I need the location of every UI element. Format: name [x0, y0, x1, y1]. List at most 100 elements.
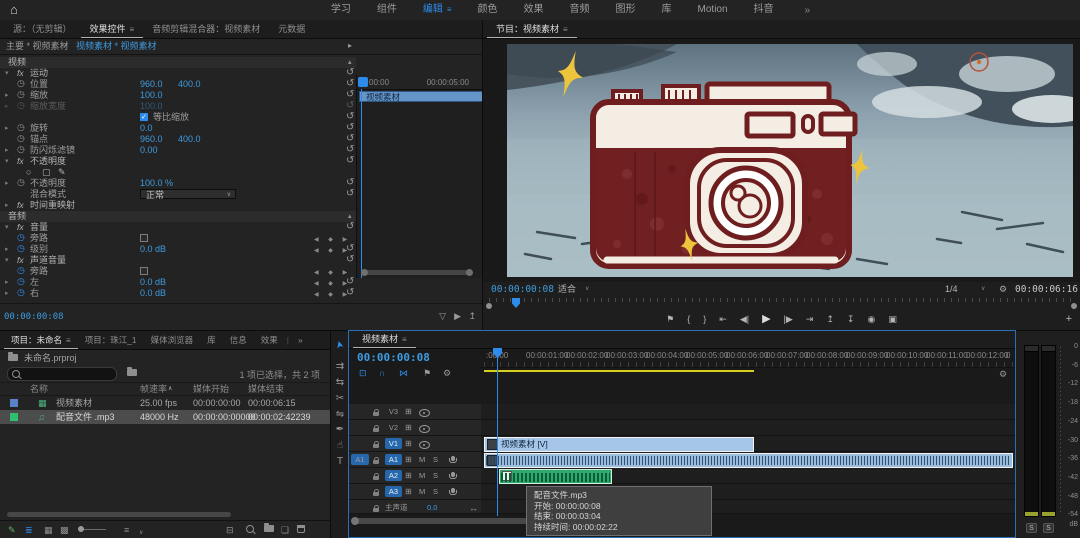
- panel-menu-icon[interactable]: ≡: [402, 331, 407, 348]
- clip-audio-a2[interactable]: [499, 469, 612, 484]
- sync-lock-icon[interactable]: ⊞: [405, 420, 412, 436]
- bin-icon[interactable]: [127, 369, 137, 376]
- go-to-in-icon[interactable]: ⇤: [719, 310, 727, 328]
- project-scrollbar[interactable]: [7, 512, 231, 517]
- play-icon[interactable]: ▶: [762, 310, 770, 328]
- pen-tool[interactable]: ✒: [331, 424, 349, 435]
- menu-effects[interactable]: 效果: [511, 0, 557, 20]
- mini-timeline-clip[interactable]: 视频素材: [359, 91, 482, 102]
- panel-menu-icon[interactable]: ≡: [130, 21, 135, 38]
- overflow-chevrons-icon[interactable]: »: [291, 332, 310, 349]
- reset-icon[interactable]: ↺: [346, 287, 354, 298]
- param-value[interactable]: 400.0: [178, 79, 201, 90]
- step-back-icon[interactable]: ◀|: [740, 310, 749, 328]
- playhead[interactable]: [497, 348, 498, 516]
- track-target-A1[interactable]: A1: [385, 454, 402, 465]
- expander-icon[interactable]: ▸: [5, 145, 9, 156]
- freeform-view-icon[interactable]: ▩: [60, 525, 69, 535]
- solo-button[interactable]: S: [433, 452, 438, 468]
- mini-playhead-grip[interactable]: [358, 77, 368, 87]
- solo-button[interactable]: S: [433, 484, 438, 500]
- label-color-swatch[interactable]: [10, 399, 18, 407]
- reset-icon[interactable]: ↺: [346, 67, 354, 78]
- column-header[interactable]: 帧速率: [140, 383, 167, 395]
- panel-menu-icon[interactable]: ≡: [563, 21, 568, 38]
- mute-button[interactable]: M: [419, 452, 425, 468]
- stopwatch-icon[interactable]: ◷: [17, 122, 25, 133]
- expander-icon[interactable]: ▸: [5, 123, 9, 134]
- extract-icon[interactable]: ↧: [847, 310, 855, 328]
- clip-video[interactable]: 视频素材 [V]: [484, 437, 754, 452]
- stopwatch-icon[interactable]: ◷: [17, 243, 25, 254]
- ripple-edit-tool[interactable]: ⇆: [331, 377, 349, 388]
- tab-effect-controls[interactable]: 效果控件≡: [81, 21, 144, 38]
- track-target-V3[interactable]: V3: [385, 406, 402, 417]
- work-area-bar[interactable]: [484, 370, 754, 372]
- list-view-icon[interactable]: ≣: [25, 525, 33, 535]
- reset-icon[interactable]: ↺: [346, 177, 354, 188]
- project-row[interactable]: ▦视频素材25.00 fps00:00:00:0000:00:06:15: [0, 396, 330, 410]
- reset-icon[interactable]: ↺: [346, 100, 354, 111]
- track-header-V2[interactable]: V2⊞: [349, 420, 481, 436]
- sort-icon[interactable]: ≡: [124, 525, 129, 535]
- zoom-handle-right[interactable]: [1071, 303, 1077, 309]
- blend-mode-select[interactable]: 正常∨: [140, 189, 236, 199]
- pen-mask-icon[interactable]: ✎: [58, 167, 66, 178]
- param-value[interactable]: 0.0: [140, 123, 153, 134]
- track-header-A1[interactable]: A1A1⊞MS: [349, 452, 481, 468]
- param-value[interactable]: 100.0: [140, 101, 163, 112]
- export-frame-icon[interactable]: ◉: [867, 310, 875, 328]
- expander-icon[interactable]: ▾: [5, 68, 9, 79]
- project-file-name[interactable]: 未命名.prproj: [24, 351, 77, 364]
- expander-icon[interactable]: ▾: [5, 222, 9, 233]
- export-icon[interactable]: ↥: [468, 311, 476, 322]
- label-color-swatch[interactable]: [10, 413, 18, 421]
- tab-metadata[interactable]: 元数据: [269, 21, 314, 38]
- razor-tool[interactable]: ✂: [331, 393, 349, 404]
- zoom-handle-left[interactable]: [486, 303, 492, 309]
- mini-playhead[interactable]: [361, 89, 362, 278]
- param-value[interactable]: 0.00: [140, 145, 158, 156]
- find-icon[interactable]: [246, 525, 254, 533]
- lock-icon[interactable]: [373, 444, 379, 448]
- menu-audio[interactable]: 音频: [557, 0, 603, 20]
- sync-lock-icon[interactable]: ⊞: [405, 484, 412, 500]
- tab-program[interactable]: 节目：视频素材 ≡: [487, 21, 577, 38]
- stopwatch-icon[interactable]: ◷: [17, 144, 25, 155]
- item-name[interactable]: 配音文件 .mp3: [56, 410, 115, 424]
- bypass-checkbox[interactable]: [140, 267, 148, 275]
- mark-in-icon[interactable]: {: [687, 310, 690, 328]
- chevron-down-icon[interactable]: ∨: [981, 283, 985, 296]
- track-output-icon[interactable]: [419, 425, 430, 433]
- menu-graphics[interactable]: 图形: [603, 0, 649, 20]
- step-forward-icon[interactable]: |▶: [784, 310, 793, 328]
- search-input[interactable]: [22, 368, 114, 380]
- timeline-settings-gear-icon[interactable]: ⚙: [999, 369, 1007, 380]
- reset-icon[interactable]: ↺: [346, 122, 354, 133]
- new-bin-icon[interactable]: [264, 525, 274, 532]
- master-level-value[interactable]: 0.0: [427, 500, 437, 516]
- stopwatch-icon[interactable]: ◷: [17, 78, 25, 89]
- mark-out-icon[interactable]: }: [703, 310, 706, 328]
- reset-icon[interactable]: ↺: [346, 144, 354, 155]
- chevron-down-icon[interactable]: ∨: [139, 528, 143, 538]
- stopwatch-icon[interactable]: ◷: [17, 232, 25, 243]
- selection-tool[interactable]: ➤: [331, 339, 349, 350]
- expander-icon[interactable]: ▸: [5, 200, 9, 211]
- reset-icon[interactable]: ↺: [346, 89, 354, 100]
- track-header-master[interactable]: 主声道0.0↔: [349, 500, 481, 514]
- source-patch-A1[interactable]: A1: [351, 454, 369, 465]
- stopwatch-icon[interactable]: ◷: [17, 177, 25, 188]
- track-header-V3[interactable]: V3⊞: [349, 404, 481, 420]
- sync-lock-icon[interactable]: ⊞: [405, 468, 412, 484]
- param-value[interactable]: 100.0 %: [140, 178, 173, 189]
- timeline-ruler[interactable]: :00:0000:00:01:0000:00:02:0000:00:03:000…: [481, 348, 1015, 368]
- lock-icon[interactable]: [373, 508, 379, 512]
- param-value[interactable]: 960.0: [140, 134, 163, 145]
- chevron-down-icon[interactable]: ∨: [585, 283, 589, 296]
- menu-edit[interactable]: 编辑≡: [410, 0, 465, 20]
- search-box[interactable]: [7, 367, 117, 381]
- program-scrubber[interactable]: [489, 298, 1074, 308]
- automate-to-sequence-icon[interactable]: ⊟: [226, 525, 234, 535]
- track-target-A3[interactable]: A3: [385, 486, 402, 497]
